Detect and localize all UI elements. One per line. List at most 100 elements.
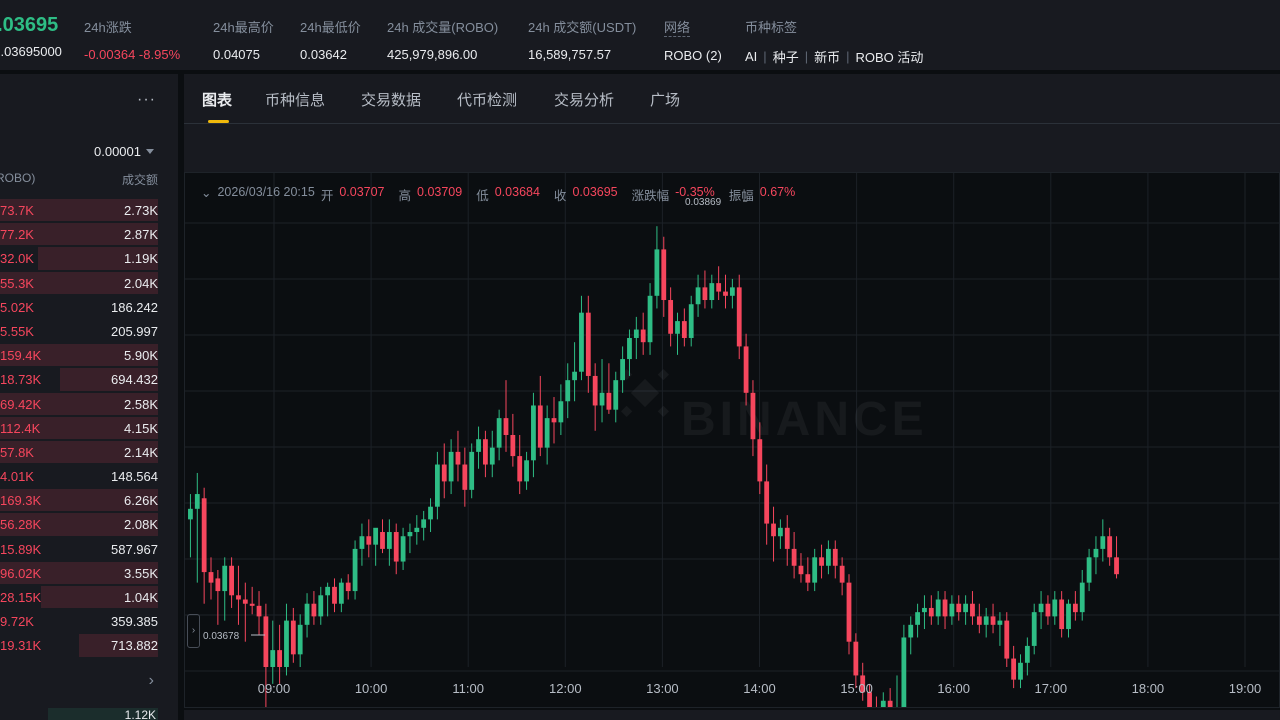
chart-panel: 图表 币种信息 交易数据 代币检测 交易分析 广场 BINANCE 09:00 1…	[184, 74, 1280, 708]
candle-body	[558, 401, 564, 423]
order-book-row[interactable]: 28.15K 1.04K	[0, 585, 178, 609]
candle	[839, 557, 845, 596]
order-book-row[interactable]: 55.3K 2.04K	[0, 271, 178, 295]
order-book-row[interactable]: 9.72K 359.385	[0, 609, 178, 633]
high-value: 0.03709	[417, 185, 463, 199]
candle-body	[249, 603, 255, 606]
bottom-panel-edge	[184, 710, 1280, 720]
candle-body	[531, 405, 536, 461]
tab-token-check[interactable]: 代币检测	[457, 89, 517, 110]
candle-body	[407, 532, 413, 537]
candle	[441, 443, 447, 499]
tag-ai[interactable]: AI	[745, 49, 757, 64]
stat-value: 0.04075	[213, 47, 260, 62]
order-book-row[interactable]: 19.31K 713.882	[0, 633, 178, 657]
order-book-row[interactable]: 18.73K 694.432	[0, 367, 178, 391]
order-book-row[interactable]: 5.55K 205.997	[0, 319, 178, 343]
candle	[1018, 654, 1023, 689]
close-value: 0.03695	[572, 185, 618, 199]
order-amount: 9.72K	[0, 614, 34, 630]
candle	[318, 586, 324, 625]
candle	[908, 616, 914, 655]
order-book-row[interactable]: 159.4K 5.90K	[0, 343, 178, 367]
candle	[1011, 645, 1017, 689]
candle-body	[517, 456, 523, 482]
candle	[537, 375, 543, 457]
stat-24h-volume-quote: 24h 成交额(USDT) 16,589,757.57	[528, 17, 636, 62]
order-amount: 55.3K	[0, 275, 34, 291]
order-total: 359.385	[111, 614, 158, 630]
tag-seed[interactable]: 种子	[773, 47, 799, 66]
tab-trading-data[interactable]: 交易数据	[361, 89, 421, 110]
tag-event[interactable]: ROBO 活动	[856, 47, 924, 66]
close-label: 收	[553, 189, 567, 203]
candle	[393, 523, 399, 575]
candle-body	[606, 392, 612, 410]
order-book-row[interactable]: 56.28K 2.08K	[0, 512, 178, 536]
candle-body	[352, 548, 358, 592]
order-book-row[interactable]: 73.7K 2.73K	[0, 198, 178, 222]
stat-value: 16,589,757.57	[528, 47, 612, 62]
chevron-down-icon[interactable]: ⌄	[201, 185, 211, 204]
candle	[880, 692, 886, 707]
candle-body	[922, 607, 927, 613]
order-amount: 32.0K	[0, 251, 34, 267]
tab-square[interactable]: 广场	[650, 89, 680, 110]
candle-body	[599, 392, 605, 406]
candle-body	[496, 418, 502, 448]
tag-new[interactable]: 新币	[814, 47, 840, 66]
order-book-row[interactable]: 169.3K 6.26K	[0, 488, 178, 512]
candle-body	[935, 599, 941, 617]
time-tick-label: 14:00	[743, 681, 776, 696]
time-tick-label: 09:00	[258, 681, 291, 696]
more-options-icon[interactable]: ···	[137, 91, 156, 109]
order-book-row[interactable]: 96.02K 3.55K	[0, 561, 178, 585]
tag-separator: |	[846, 49, 850, 64]
time-tick-label: 15:00	[840, 681, 873, 696]
candle	[414, 515, 420, 545]
min-price-label: 0.03678	[203, 631, 240, 642]
order-book-row[interactable]: 5.02K 186.242	[0, 295, 178, 319]
candle-series	[188, 226, 1119, 707]
order-book-row[interactable]: 32.0K 1.19K	[0, 246, 178, 270]
order-total: 2.04K	[124, 275, 158, 291]
time-tick-label: 19:00	[1229, 681, 1262, 696]
open-value: 0.03707	[339, 185, 385, 199]
candle-body	[476, 439, 481, 452]
order-book-row[interactable]: 15.89K 587.967	[0, 537, 178, 561]
amplitude-value: 0.67%	[759, 185, 796, 199]
tag-list: AI | 种子 | 新币 | ROBO 活动	[745, 47, 923, 66]
expand-panel-button[interactable]: ›	[187, 614, 200, 648]
candle-body	[318, 595, 324, 617]
order-book-row[interactable]: 77.2K 2.87K	[0, 222, 178, 246]
precision-select[interactable]: 0.00001	[94, 144, 154, 159]
order-book-row[interactable]: 69.42K 2.58K	[0, 392, 178, 416]
time-tick-label: 17:00	[1035, 681, 1068, 696]
order-book-row[interactable]: 4.01K 148.564	[0, 464, 178, 488]
candle	[407, 523, 413, 554]
candle	[736, 274, 742, 360]
candle-body	[366, 536, 372, 545]
candle	[915, 603, 920, 638]
tab-trading-analysis[interactable]: 交易分析	[554, 89, 614, 110]
stat-label: 24h最高价	[213, 20, 274, 35]
stat-network[interactable]: 网络 ROBO (2)	[664, 17, 722, 63]
candle-body	[579, 312, 584, 372]
candle-body	[729, 287, 735, 296]
candle	[826, 540, 831, 575]
order-book-row[interactable]: 112.4K 4.15K	[0, 416, 178, 440]
candle	[798, 553, 804, 583]
tab-chart[interactable]: 图表	[202, 89, 232, 110]
tab-token-info[interactable]: 币种信息	[265, 89, 325, 110]
chart-canvas[interactable]: BINANCE 09:00 10:00 11:00 12:00 13:00 14:00 15…	[185, 173, 1279, 707]
candle-body	[757, 439, 763, 482]
candle-body	[970, 603, 975, 617]
candle-body	[1018, 662, 1023, 680]
chevron-right-icon[interactable]: ›	[149, 672, 154, 690]
candle-body	[393, 532, 399, 562]
time-tick-label: 16:00	[937, 681, 970, 696]
candle	[1045, 595, 1051, 625]
bid-row[interactable]: 1.12K	[48, 708, 158, 720]
order-book-row[interactable]: 57.8K 2.14K	[0, 440, 178, 464]
candlestick-chart[interactable]: BINANCE 09:00 10:00 11:00 12:00 13:00 14:00 15…	[184, 172, 1280, 708]
